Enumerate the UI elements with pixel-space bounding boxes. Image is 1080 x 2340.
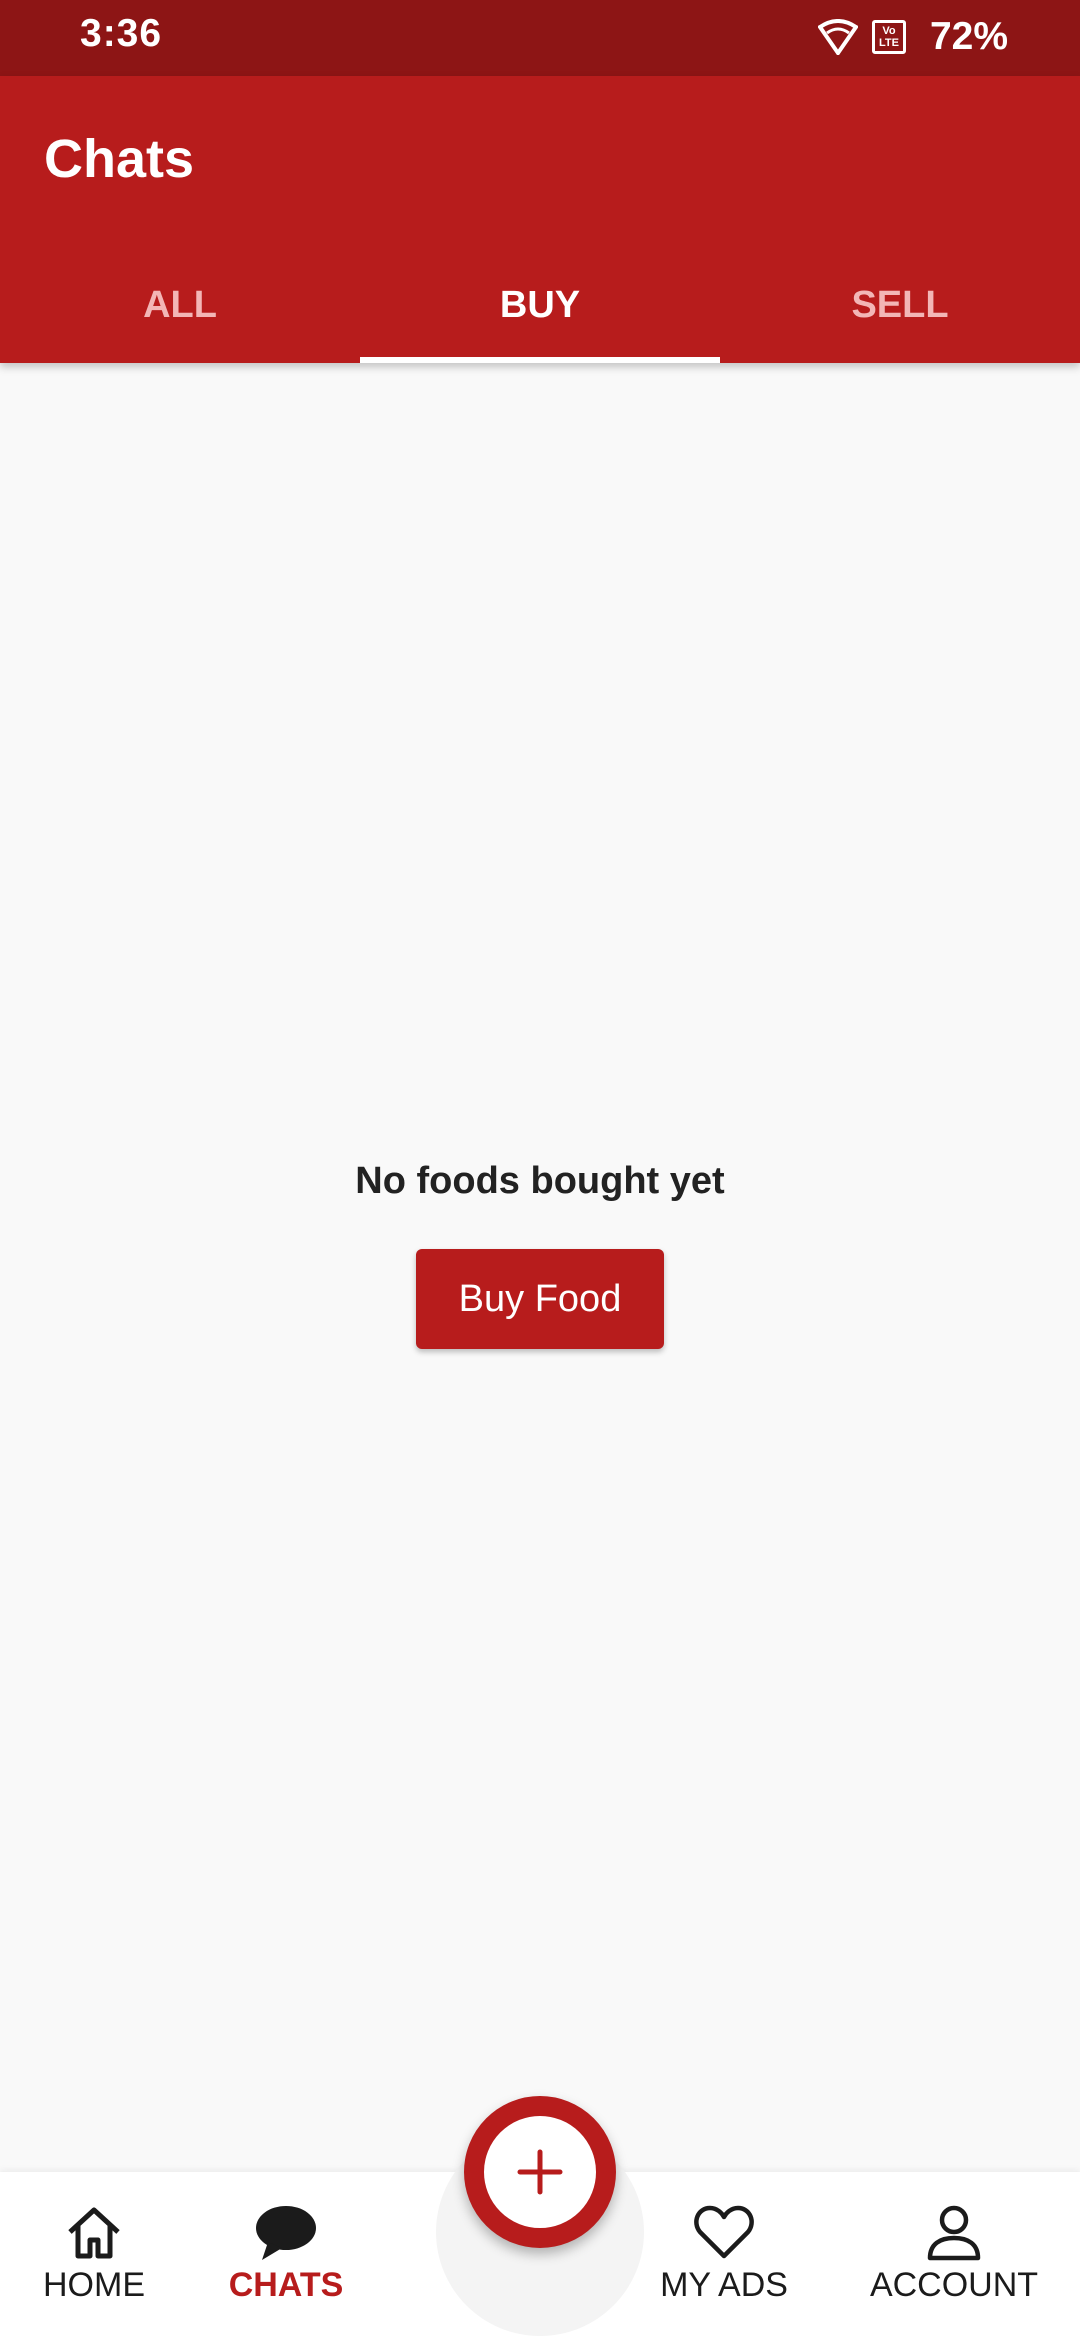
nav-item-my-ads[interactable]: MY ADS: [634, 2200, 814, 2305]
tab-sell[interactable]: SELL: [720, 266, 1080, 363]
app-bar: Chats ALL BUY SELL: [0, 76, 1080, 363]
nav-item-account[interactable]: ACCOUNT: [864, 2200, 1044, 2305]
status-time: 3:36: [80, 12, 163, 55]
status-bar: 3:36 Vo LTE 72%: [0, 0, 1080, 76]
tab-buy-label: BUY: [499, 284, 581, 326]
nav-item-chats[interactable]: CHATS: [196, 2200, 376, 2305]
plus-icon: [517, 2149, 563, 2195]
chat-icon: [256, 2206, 316, 2260]
tab-bar: ALL BUY SELL: [0, 266, 1080, 363]
battery-level: 72%: [929, 15, 1008, 58]
heart-icon: [694, 2205, 754, 2259]
wifi-icon: [817, 19, 858, 55]
home-icon: [68, 2207, 120, 2259]
empty-state: No foods bought yet Buy Food: [0, 1160, 1080, 1349]
nav-label-my-ads: MY ADS: [660, 2266, 788, 2304]
empty-message: No foods bought yet: [355, 1160, 725, 1202]
tab-buy[interactable]: BUY: [360, 266, 720, 363]
status-icons: Vo LTE 72%: [817, 12, 1008, 62]
nav-label-account: ACCOUNT: [869, 2266, 1039, 2304]
page-title: Chats: [44, 129, 195, 189]
tab-all[interactable]: ALL: [0, 266, 360, 363]
buy-food-button[interactable]: Buy Food: [416, 1249, 664, 1349]
tab-sell-label: SELL: [851, 284, 949, 326]
nav-item-home[interactable]: HOME: [4, 2200, 184, 2305]
person-icon: [927, 2205, 981, 2261]
volte-icon: Vo LTE: [871, 20, 906, 54]
nav-label-chats: CHATS: [228, 2266, 344, 2304]
nav-label-home: HOME: [43, 2266, 145, 2304]
add-post-button[interactable]: [464, 2096, 616, 2248]
tab-all-label: ALL: [143, 284, 217, 326]
